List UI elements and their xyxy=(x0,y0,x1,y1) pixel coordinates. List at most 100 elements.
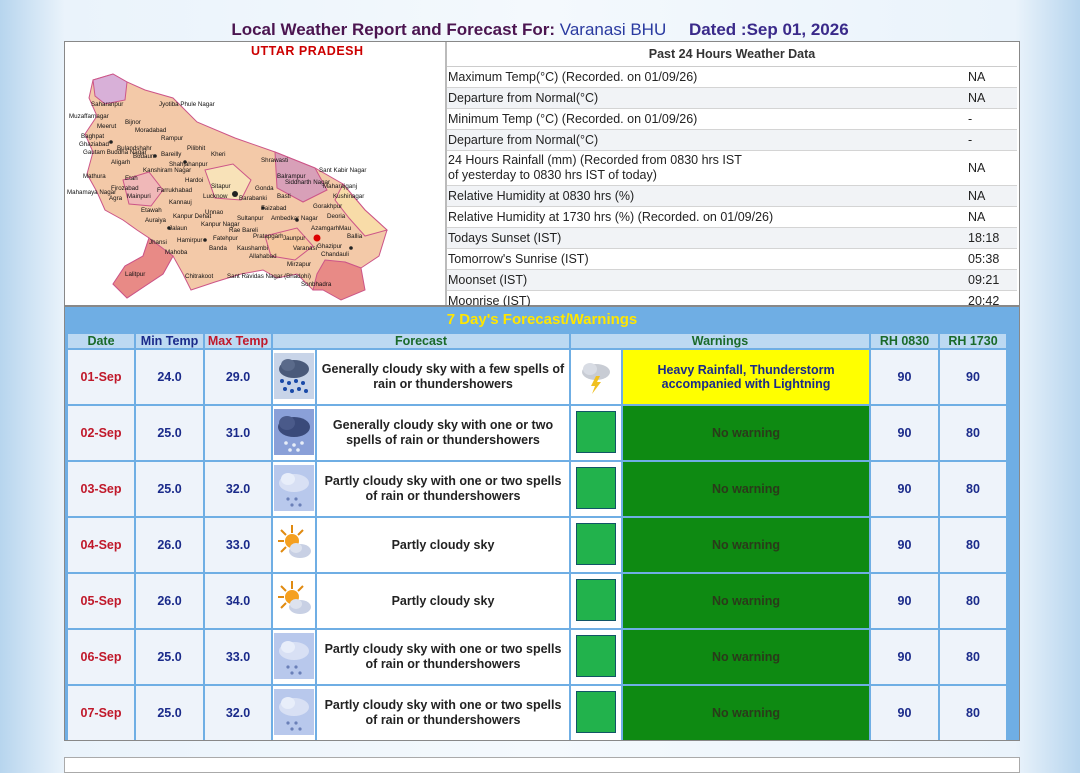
forecast-max-temp: 32.0 xyxy=(205,462,271,516)
map-label: Sitapur xyxy=(211,183,231,190)
past-value: 05:38 xyxy=(968,252,1000,266)
past-value: NA xyxy=(968,161,986,175)
forecast-text: Partly cloudy sky with one or two spells… xyxy=(317,630,569,684)
map-label: Pratapgarh xyxy=(253,233,284,240)
map-label: Meerut xyxy=(97,123,117,130)
warning-text: Heavy Rainfall, Thunderstorm accompanied… xyxy=(623,350,869,404)
forecast-rh-0830: 90 xyxy=(871,406,938,460)
map-label: Shahjahanpur xyxy=(169,161,208,168)
map-label: Pilibhit xyxy=(187,145,206,152)
forecast-min-temp: 26.0 xyxy=(136,574,203,628)
forecast-table: Date Min Temp Max Temp Forecast Warnings… xyxy=(66,332,1008,742)
past-24h-title: Past 24 Hours Weather Data xyxy=(447,42,1017,67)
col-forecast: Forecast xyxy=(273,334,569,348)
light-rain-icon xyxy=(273,462,315,516)
green-square xyxy=(571,406,621,460)
partly-cloudy-icon xyxy=(273,574,315,628)
past-label: Relative Humidity at 1730 hrs (%) (Recor… xyxy=(448,209,774,224)
forecast-max-temp: 31.0 xyxy=(205,406,271,460)
forecast-min-temp: 25.0 xyxy=(136,686,203,740)
map-label: Kheri xyxy=(211,151,225,158)
green-square xyxy=(571,574,621,628)
no-warning-indicator xyxy=(576,410,616,453)
title-location: Varanasi BHU xyxy=(559,20,667,39)
forecast-rh-0830: 90 xyxy=(871,462,938,516)
past-value: - xyxy=(968,133,973,147)
map-label: Mau xyxy=(339,225,352,232)
uttar-pradesh-map[interactable]: Saharanpur Jyotiba Phule Nagar Muzaffarn… xyxy=(65,60,443,303)
forecast-min-temp: 25.0 xyxy=(136,406,203,460)
map-label: Mahoba xyxy=(165,249,188,256)
forecast-date: 06-Sep xyxy=(68,630,134,684)
map-label: Bulandshahr xyxy=(117,145,152,152)
map-label: Shrawasti xyxy=(261,157,288,164)
col-warnings: Warnings xyxy=(571,334,869,348)
no-warning-indicator xyxy=(576,466,616,509)
no-warning-indicator xyxy=(576,634,616,677)
map-label: Gorakhpur xyxy=(313,203,342,210)
forecast-date: 01-Sep xyxy=(68,350,134,404)
forecast-rh-0830: 90 xyxy=(871,350,938,404)
past-24h-panel: Past 24 Hours Weather Data Maximum Temp(… xyxy=(447,42,1017,308)
forecast-row: 01-Sep 24.0 29.0 Generally cloudy sky wi… xyxy=(68,350,1006,404)
lucknow-marker xyxy=(232,191,238,197)
past-row-sunset: Todays Sunset (IST) 18:18 xyxy=(447,228,1017,249)
map-label: Ghazipur xyxy=(317,243,342,250)
map-label: Muzaffarnagar xyxy=(69,113,109,120)
col-min-temp: Min Temp xyxy=(136,334,203,348)
forecast-min-temp: 24.0 xyxy=(136,350,203,404)
warning-text: No warning xyxy=(623,630,869,684)
forecast-min-temp: 25.0 xyxy=(136,630,203,684)
past-row-moonset: Moonset (IST) 09:21 xyxy=(447,270,1017,291)
map-label: Etah xyxy=(125,175,138,182)
district-map[interactable]: UTTAR PRADESH Saharanpur Jyotiba Phule N… xyxy=(65,42,447,305)
past-row-departure-max: Departure from Normal(°C) NA xyxy=(447,88,1017,109)
warning-text: No warning xyxy=(623,518,869,572)
forecast-rh-0830: 90 xyxy=(871,686,938,740)
page-title: Local Weather Report and Forecast For: V… xyxy=(0,20,1080,40)
map-label: Sant Kabir Nagar xyxy=(319,167,366,174)
forecast-rh-1730: 80 xyxy=(940,518,1006,572)
warning-text: No warning xyxy=(623,462,869,516)
map-label: Bijnor xyxy=(125,119,141,126)
forecast-text: Generally cloudy sky with one or two spe… xyxy=(317,406,569,460)
green-square xyxy=(571,686,621,740)
map-label: Mirzapur xyxy=(287,261,311,268)
past-row-rainfall: 24 Hours Rainfall (mm) (Recorded from 08… xyxy=(447,151,1017,186)
no-warning-indicator xyxy=(576,522,616,565)
map-label: Sant Ravidas Nagar (Bhadohi) xyxy=(227,273,311,280)
warning-text: No warning xyxy=(623,406,869,460)
forecast-min-temp: 25.0 xyxy=(136,462,203,516)
past-value: - xyxy=(968,112,973,126)
map-title: UTTAR PRADESH xyxy=(251,44,364,58)
past-value: 18:18 xyxy=(968,231,1000,245)
past-value: NA xyxy=(968,189,986,203)
forecast-rh-1730: 80 xyxy=(940,462,1006,516)
map-label: Chitrakoot xyxy=(185,273,213,280)
map-label: Moradabad xyxy=(135,127,167,134)
past-label-line1: 24 Hours Rainfall (mm) (Recorded from 08… xyxy=(448,153,742,167)
past-row-max-temp: Maximum Temp(°C) (Recorded. on 01/09/26)… xyxy=(447,67,1017,88)
forecast-row: 06-Sep 25.0 33.0 Partly cloudy sky with … xyxy=(68,630,1006,684)
district-dot xyxy=(203,238,207,242)
map-label: Farrukhabad xyxy=(157,187,193,194)
col-rh-0830: RH 0830 xyxy=(871,334,938,348)
map-label: Hamirpur xyxy=(177,237,202,244)
forecast-date: 03-Sep xyxy=(68,462,134,516)
past-label: Departure from Normal(°C) xyxy=(448,132,599,147)
forecast-date: 04-Sep xyxy=(68,518,134,572)
district-dot xyxy=(109,140,113,144)
forecast-max-temp: 33.0 xyxy=(205,518,271,572)
map-label: Rampur xyxy=(161,135,183,142)
partly-cloudy-icon xyxy=(273,518,315,572)
warning-text: No warning xyxy=(623,686,869,740)
map-label: Chandauli xyxy=(321,251,349,258)
no-warning-indicator xyxy=(576,690,616,733)
forecast-min-temp: 26.0 xyxy=(136,518,203,572)
forecast-text: Partly cloudy sky xyxy=(317,518,569,572)
thunderstorm-icon xyxy=(571,350,621,404)
past-label: Tomorrow's Sunrise (IST) xyxy=(448,251,589,266)
forecast-title: 7 Day's Forecast/Warnings xyxy=(446,311,638,328)
map-label: Kannauj xyxy=(169,199,192,206)
map-label: Lucknow xyxy=(203,193,228,200)
